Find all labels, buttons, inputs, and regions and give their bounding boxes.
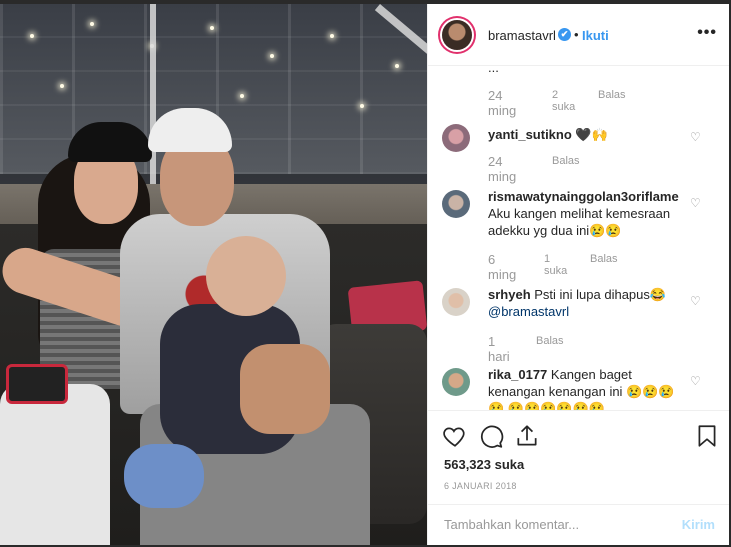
avatar[interactable] <box>442 20 472 50</box>
like-comment-icon[interactable]: ♡ <box>690 294 701 308</box>
post-comment-button[interactable]: Kirim <box>682 515 715 535</box>
comment-text: srhyeh Psti ini lupa dihapus😂 @bramastav… <box>488 286 678 320</box>
reply-button[interactable]: Balas <box>552 155 580 167</box>
like-comment-icon[interactable]: ♡ <box>690 374 701 388</box>
photo-light <box>240 94 244 98</box>
reply-button[interactable]: Balas <box>598 89 626 101</box>
like-count[interactable]: 563,323 suka <box>444 457 524 472</box>
like-comment-icon[interactable]: ♡ <box>690 130 701 144</box>
comment-time: 6 ming <box>488 252 517 282</box>
reply-button[interactable]: Balas <box>536 335 564 347</box>
follow-button[interactable]: Ikuti <box>582 28 609 43</box>
separator-dot: • <box>574 27 579 42</box>
share-icon[interactable] <box>514 423 540 449</box>
comment-text: rismawatynainggolan3oriflame Aku kangen … <box>488 188 679 239</box>
photo-pillar <box>150 4 156 194</box>
comment-likes[interactable]: 2 suka <box>552 89 575 113</box>
comment-mention[interactable]: @bramastavrl <box>488 304 569 319</box>
photo-light <box>330 34 334 38</box>
photo-baby-shoe <box>124 444 204 508</box>
comment-likes[interactable]: 1 suka <box>544 253 567 277</box>
comment-text: yanti_sutikno 🖤🙌 <box>488 126 678 143</box>
photo-camera <box>6 364 68 404</box>
comment-bubble-icon[interactable] <box>478 423 504 449</box>
post-photo[interactable] <box>0 4 427 545</box>
more-options-icon[interactable]: ••• <box>697 24 717 42</box>
photo-light <box>90 22 94 26</box>
comment-text: rika_0177 Kangen baget kenangan kenangan… <box>488 366 678 410</box>
photo-light <box>360 104 364 108</box>
avatar[interactable] <box>442 288 470 316</box>
photo-woman-pants <box>0 384 110 545</box>
post-modal: bramastavrl ✔ • Ikuti ••• ... 24 ming 2 … <box>0 4 729 545</box>
avatar[interactable] <box>442 368 470 396</box>
comment-partial-text: ... <box>488 66 499 75</box>
comment-body: 🖤🙌 <box>575 127 608 142</box>
verified-badge-icon: ✔ <box>558 28 571 41</box>
comment-username[interactable]: yanti_sutikno <box>488 127 572 142</box>
photo-light <box>60 84 64 88</box>
comment-body: Psti ini lupa dihapus😂 <box>534 287 667 302</box>
post-date: 6 JANUARI 2018 <box>444 481 517 491</box>
photo-baby-head <box>206 236 286 316</box>
comment-username[interactable]: rika_0177 <box>488 367 547 382</box>
photo-light <box>30 34 34 38</box>
like-comment-icon[interactable]: ♡ <box>690 196 701 210</box>
comment-time: 24 ming <box>488 154 517 184</box>
photo-light <box>270 54 274 58</box>
comments-list[interactable]: ... 24 ming 2 suka Balas yanti_sutikno 🖤… <box>428 66 729 410</box>
comment-time: 24 ming <box>488 88 517 118</box>
photo-light <box>210 26 214 30</box>
like-heart-icon[interactable] <box>442 423 468 449</box>
comment-username[interactable]: rismawatynainggolan3oriflame <box>488 189 679 204</box>
reply-button[interactable]: Balas <box>590 253 618 265</box>
add-comment-bar: Tambahkan komentar... Kirim <box>428 504 729 545</box>
photo-man-arm <box>240 344 330 434</box>
comment-time: 1 hari <box>488 334 510 364</box>
comment-input[interactable]: Tambahkan komentar... <box>444 515 664 535</box>
comment-body: Aku kangen melihat kemesraan adekku yg d… <box>488 206 671 238</box>
bookmark-icon[interactable] <box>694 423 720 449</box>
post-actions: 563,323 suka 6 JANUARI 2018 <box>428 410 729 504</box>
comment-username[interactable]: srhyeh <box>488 287 531 302</box>
photo-light <box>395 64 399 68</box>
post-username[interactable]: bramastavrl <box>488 28 556 43</box>
post-header: bramastavrl ✔ • Ikuti ••• <box>428 4 729 66</box>
avatar[interactable] <box>442 190 470 218</box>
post-side-panel: bramastavrl ✔ • Ikuti ••• ... 24 ming 2 … <box>427 4 729 545</box>
avatar[interactable] <box>442 124 470 152</box>
